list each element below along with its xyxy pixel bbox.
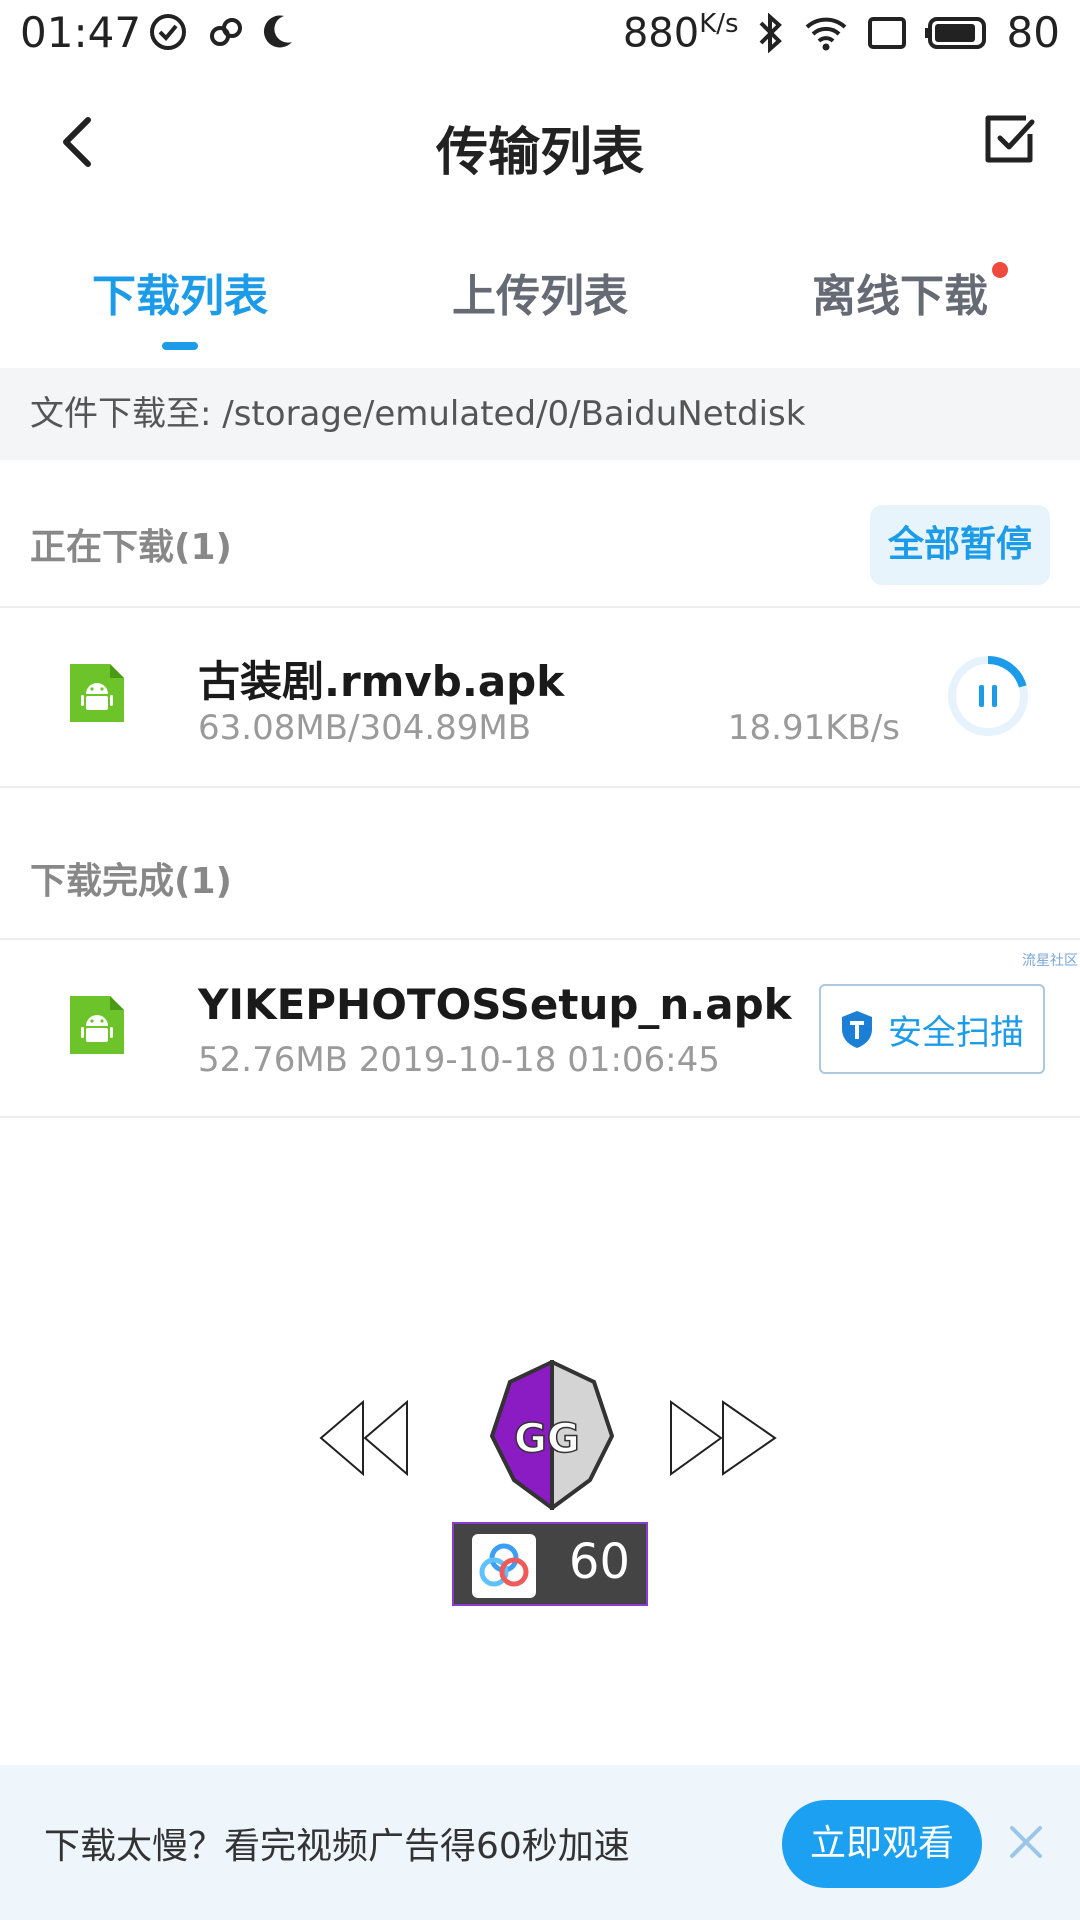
pause-all-button[interactable]: 全部暂停 xyxy=(870,505,1050,585)
battery-icon xyxy=(924,16,986,49)
bluetooth-icon xyxy=(759,12,782,53)
wifi-icon xyxy=(805,17,846,50)
divider xyxy=(0,786,1080,788)
gg-logo-icon: GG xyxy=(490,1360,614,1510)
download-item-row[interactable]: 古装剧.rmvb.apk 63.08MB/304.89MB 18.91KB/s xyxy=(0,608,1080,784)
screen-icon xyxy=(867,16,906,49)
multi-select-icon[interactable] xyxy=(980,108,1040,168)
pause-progress-button[interactable] xyxy=(946,654,1030,738)
status-time: 01:47 xyxy=(20,8,142,57)
file-name: 古装剧.rmvb.apk xyxy=(198,657,565,706)
watch-now-button[interactable]: 立即观看 xyxy=(782,1800,982,1888)
moon-icon xyxy=(263,15,292,48)
fps-counter: 60 xyxy=(452,1522,648,1606)
pause-icon xyxy=(979,685,984,707)
security-scan-label: 安全扫描 xyxy=(888,1012,1024,1053)
apk-file-icon xyxy=(70,996,124,1054)
fps-value: 60 xyxy=(568,1534,630,1590)
battery-level: 80 xyxy=(1006,8,1060,57)
divider xyxy=(0,1116,1080,1118)
tab-offline-download[interactable]: 离线下载 xyxy=(720,240,1080,370)
speedup-banner: 下载太慢？看完视频广告得60秒加速 立即观看 xyxy=(0,1765,1080,1920)
download-path-bar: 文件下载至: /storage/emulated/0/BaiduNetdisk xyxy=(0,368,1080,460)
file-name: YIKEPHOTOSSetup_n.apk xyxy=(198,980,792,1029)
active-tab-indicator xyxy=(162,342,198,350)
tab-download-list[interactable]: 下载列表 xyxy=(0,240,360,370)
file-progress-text: 63.08MB/304.89MB xyxy=(198,708,532,748)
rewind-icon[interactable] xyxy=(319,1400,409,1476)
shield-icon xyxy=(842,1011,872,1048)
network-speed: 880K/s xyxy=(622,8,739,57)
file-meta: 52.76MB 2019-10-18 01:06:45 xyxy=(198,1040,720,1080)
security-scan-button[interactable]: 安全扫描 xyxy=(819,984,1045,1074)
status-bar: 01:47 880K/s 80 xyxy=(0,0,1080,70)
notification-dot xyxy=(992,262,1008,278)
close-icon[interactable] xyxy=(1006,1822,1046,1862)
gg-logo-text: GG xyxy=(514,1416,580,1462)
fast-forward-icon[interactable] xyxy=(669,1400,779,1476)
completed-section-title: 下载完成(1) xyxy=(30,861,232,902)
downloading-section-title: 正在下载(1) xyxy=(30,527,232,568)
header: 传输列表 xyxy=(0,90,1080,200)
page-title: 传输列表 xyxy=(435,123,644,183)
download-speed: 18.91KB/s xyxy=(727,708,900,748)
banner-text: 下载太慢？看完视频广告得60秒加速 xyxy=(44,1826,630,1867)
tab-upload-list[interactable]: 上传列表 xyxy=(360,240,720,370)
tab-bar: 下载列表 上传列表 离线下载 xyxy=(0,240,1080,370)
baidu-netdisk-logo-icon xyxy=(472,1534,536,1598)
status-right: 880K/s 80 xyxy=(623,8,1060,57)
apk-file-icon xyxy=(70,664,124,722)
completed-item-row[interactable]: YIKEPHOTOSSetup_n.apk 52.76MB 2019-10-18… xyxy=(0,940,1080,1116)
cloud-link-icon xyxy=(210,18,242,46)
check-circle-icon xyxy=(150,14,186,50)
